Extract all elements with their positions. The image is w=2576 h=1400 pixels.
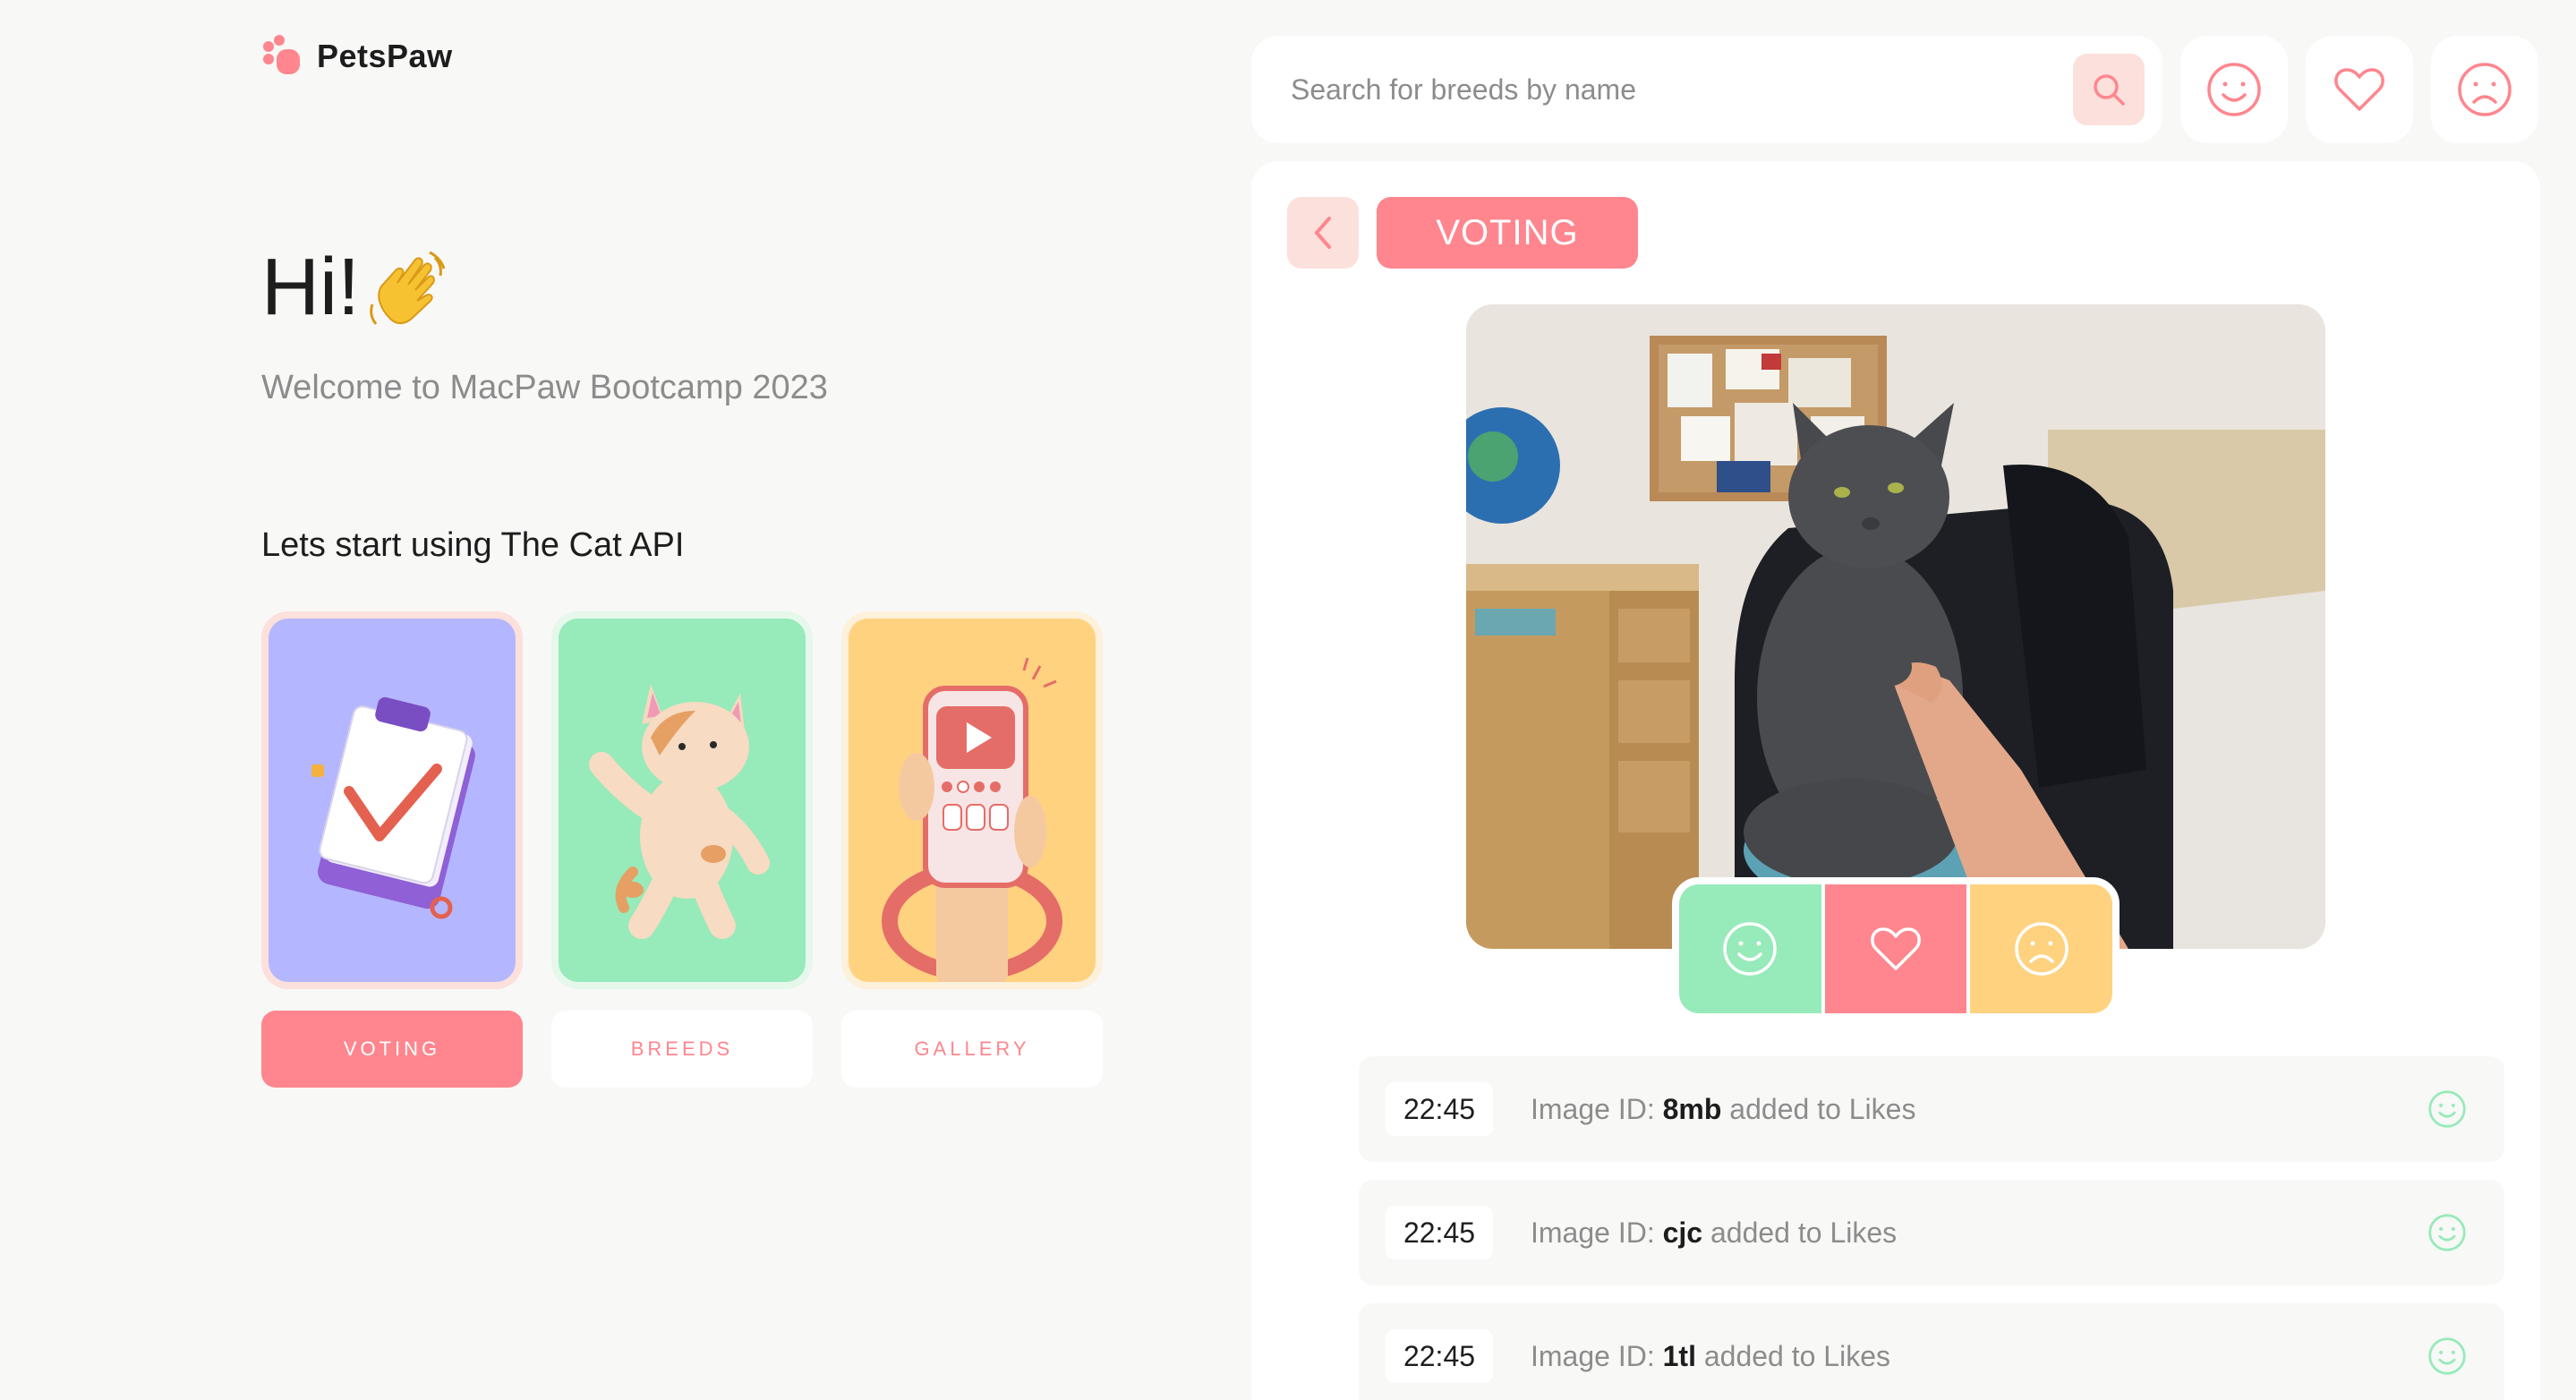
section-title-badge: VOTING [1377,197,1638,269]
log-item: 22:45 Image ID: cjc added to Likes [1359,1180,2504,1285]
nav-card-breeds[interactable]: BREEDS [551,611,813,1088]
breeds-card-image[interactable] [559,619,806,982]
likes-button[interactable] [2180,36,2288,143]
nav-cards: VOTING BREEDS GALLERY [261,611,1103,1088]
log-time: 22:45 [1386,1082,1493,1136]
paw-logo-icon [263,35,300,74]
waving-hand-icon [370,251,446,325]
phone-illustration-icon [882,657,1062,982]
voting-panel: VOTING 22:45 Image ID: 8mb added to Like… [1251,161,2540,1400]
vote-dislike-button[interactable] [1970,884,2112,1013]
brand-name: PetsPaw [317,38,453,74]
voting-card-frame[interactable] [261,611,523,989]
welcome-subtitle: Welcome to MacPaw Bootcamp 2023 [261,369,828,406]
cat-photo [1466,304,2325,949]
app-page: PetsPaw Hi! Welcome to MacPaw Bootcamp 2… [0,0,2576,1400]
nav-card-gallery-label[interactable]: GALLERY [841,1011,1103,1088]
voting-card-image[interactable] [269,619,516,982]
search-icon [2094,74,2125,106]
smile-icon [2428,1214,2466,1251]
favourites-button[interactable] [2306,36,2413,143]
heart-icon [1871,927,1921,970]
log-item: 22:45 Image ID: 1tl added to Likes [1359,1303,2504,1400]
greeting-text: Hi! [261,243,360,332]
section-heading: Lets start using The Cat API [261,526,685,564]
search-bar [1251,36,2162,143]
breeds-card-frame[interactable] [551,611,813,989]
log-message: Image ID: 8mb added to Likes [1531,1092,1916,1125]
smile-icon [1723,922,1778,976]
gallery-card-frame[interactable] [841,611,1103,989]
search-button[interactable] [2073,54,2145,125]
log-time: 22:45 [1386,1206,1493,1259]
vote-log: 22:45 Image ID: 8mb added to Likes 22:45… [1359,1056,2504,1400]
log-image-id: cjc [1662,1216,1703,1249]
cat-illustration-icon [589,684,770,939]
smile-icon [2428,1337,2466,1375]
heart-icon [2334,68,2384,111]
clipboard-illustration-icon [311,696,475,919]
log-message: Image ID: 1tl added to Likes [1531,1339,1890,1372]
log-time: 22:45 [1386,1329,1493,1383]
log-item: 22:45 Image ID: 8mb added to Likes [1359,1056,2504,1162]
nav-card-breeds-label[interactable]: BREEDS [551,1011,813,1088]
dislikes-button[interactable] [2431,36,2538,143]
back-button[interactable] [1287,197,1359,269]
nav-card-voting[interactable]: VOTING [261,611,523,1088]
search-input[interactable] [1291,73,2073,107]
chevron-left-icon [1315,217,1331,249]
logo[interactable]: PetsPaw [260,34,453,79]
gallery-card-image[interactable] [849,619,1096,982]
sad-icon [2458,63,2512,116]
nav-card-voting-label[interactable]: VOTING [261,1011,523,1088]
vote-favourite-button[interactable] [1824,884,1967,1013]
nav-card-gallery[interactable]: GALLERY [841,611,1103,1088]
sad-icon [2014,922,2068,976]
vote-like-button[interactable] [1679,884,1821,1013]
log-image-id: 8mb [1662,1092,1722,1125]
log-message: Image ID: cjc added to Likes [1531,1216,1898,1249]
smile-icon [2428,1090,2466,1128]
vote-actions [1672,877,2120,1020]
smile-icon [2207,63,2261,116]
cat-photo-image [1466,304,2325,949]
greeting: Hi! [261,242,449,334]
log-image-id: 1tl [1662,1339,1696,1372]
